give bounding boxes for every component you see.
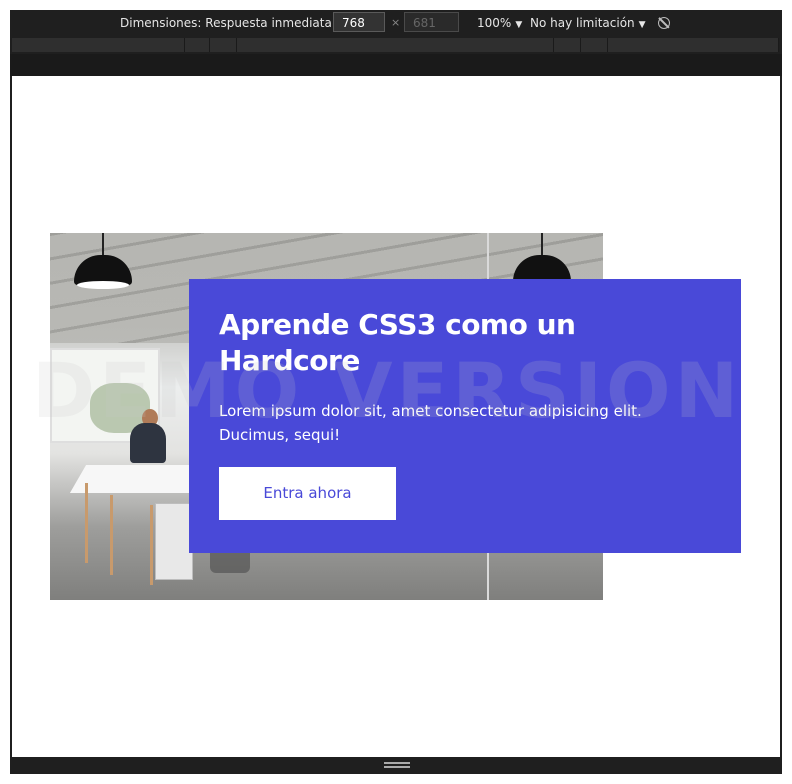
enter-now-button[interactable]: Entra ahora (219, 467, 396, 520)
media-query-segment[interactable] (12, 38, 185, 52)
dimensions-label: Dimensiones: Respuesta inmediata (120, 16, 332, 30)
ruler-strip (10, 54, 782, 76)
hero-title: Aprende CSS3 como un Hardcore (219, 308, 576, 377)
rotate-button[interactable] (658, 10, 670, 36)
hero-card: Aprende CSS3 como un Hardcore Lorem ipsu… (189, 279, 741, 553)
drawer-cabinet (155, 503, 193, 580)
zoom-dropdown[interactable]: 100% ▼ (477, 10, 522, 36)
lamp-cord (541, 233, 543, 255)
media-query-segment[interactable] (581, 38, 608, 52)
media-query-segment[interactable] (608, 38, 779, 52)
desk-leg (85, 483, 88, 563)
media-query-bar (10, 36, 782, 54)
zoom-label: 100% (477, 16, 512, 30)
media-query-segment[interactable] (185, 38, 210, 52)
chevron-down-icon: ▼ (638, 20, 646, 30)
lamp-light (77, 281, 129, 289)
dimensions-dropdown[interactable]: Dimensiones: Respuesta inmediata▼ (120, 10, 343, 36)
chevron-down-icon: ▼ (515, 20, 523, 30)
throttling-dropdown[interactable]: No hay limitación ▼ (530, 10, 646, 36)
lamp-cord (102, 233, 104, 255)
media-query-segment[interactable] (554, 38, 581, 52)
hero-text: Lorem ipsum dolor sit, amet consectetur … (219, 402, 642, 444)
width-input[interactable]: 768 (333, 12, 385, 32)
resize-bar[interactable] (10, 757, 782, 774)
resize-grip-icon[interactable] (384, 762, 410, 764)
height-input[interactable]: 681 (404, 12, 459, 32)
page-viewport: Aprende CSS3 como un Hardcore Lorem ipsu… (12, 76, 780, 757)
media-query-segment[interactable] (210, 38, 237, 52)
rotate-icon (658, 17, 670, 29)
desk-leg (150, 505, 153, 585)
times-separator: × (391, 16, 401, 29)
person-at-desk (130, 423, 166, 463)
media-query-segment[interactable] (237, 38, 554, 52)
devtools-responsive-frame: Dimensiones: Respuesta inmediata▼ 768 × … (10, 10, 782, 774)
desk-leg (110, 495, 113, 575)
throttling-label: No hay limitación (530, 16, 635, 30)
responsive-toolbar: Dimensiones: Respuesta inmediata▼ 768 × … (10, 10, 782, 36)
